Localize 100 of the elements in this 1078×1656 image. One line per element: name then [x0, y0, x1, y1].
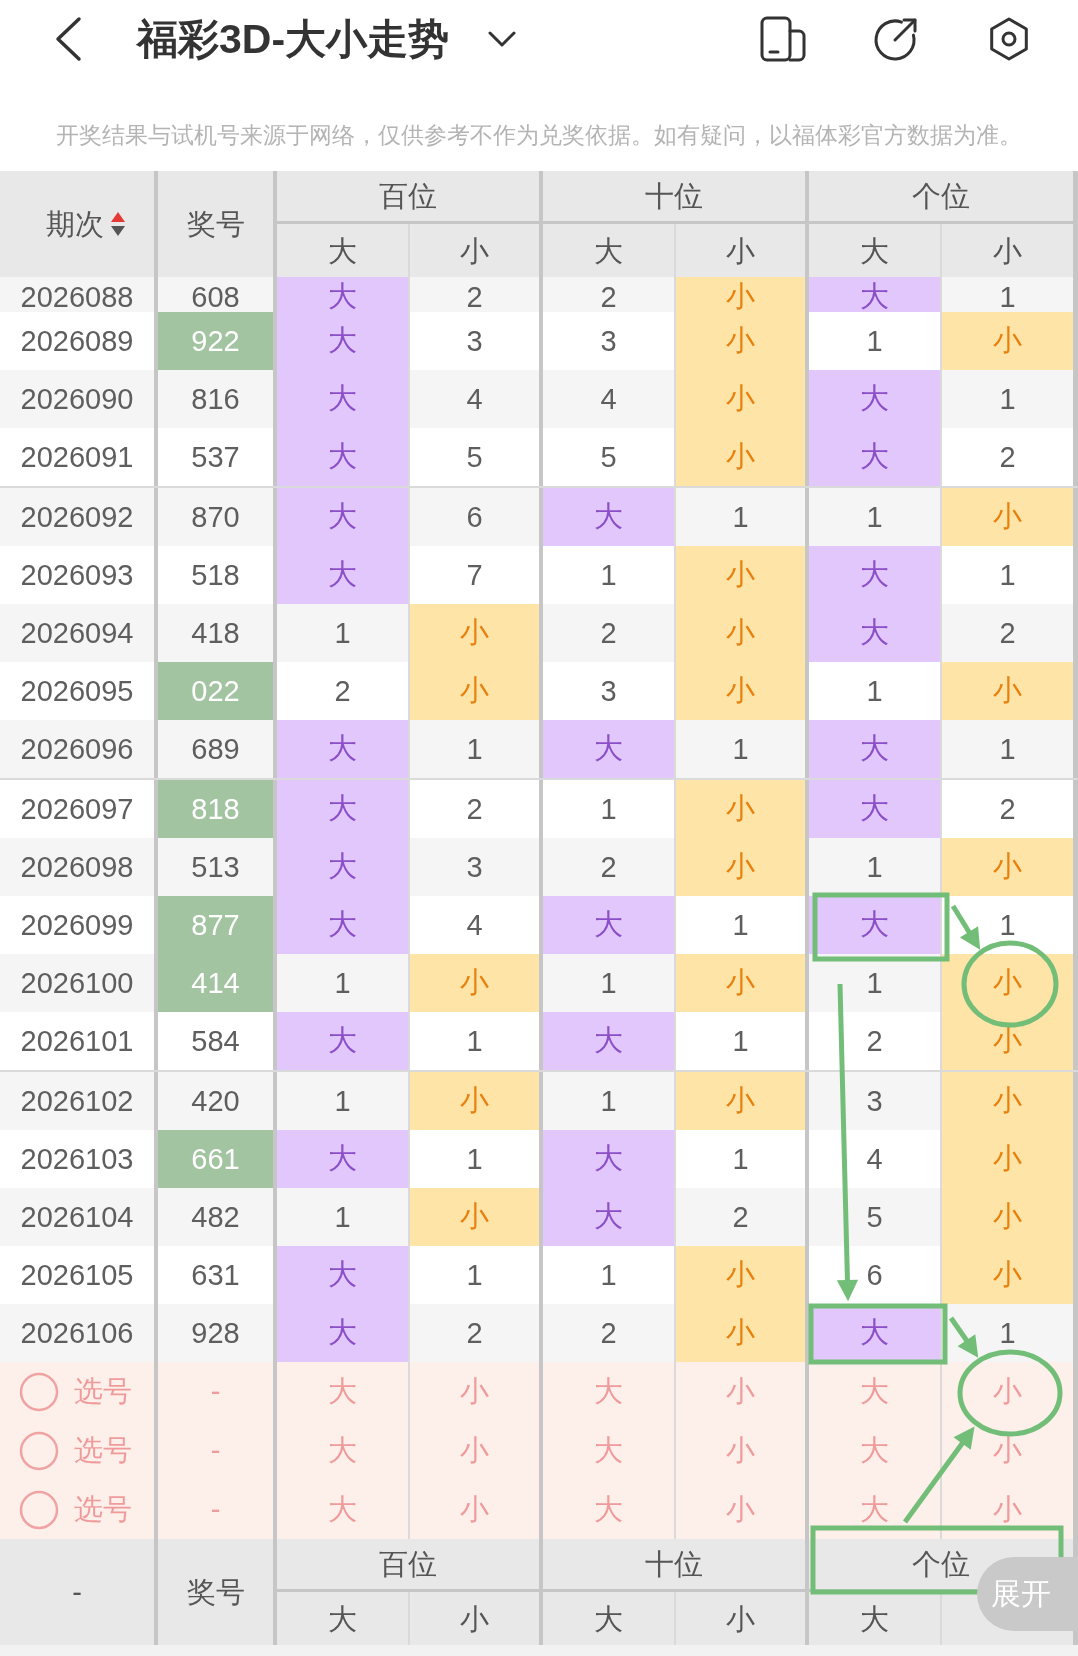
back-button[interactable] — [53, 16, 83, 62]
number-cell: 513 — [158, 838, 277, 896]
trend-cell: 小 — [676, 780, 809, 838]
trend-cell: 大 — [543, 488, 676, 546]
trend-cell: 大 — [809, 896, 942, 954]
period-cell: 2026094 — [0, 604, 158, 662]
trend-cell: 大 — [543, 1188, 676, 1246]
trend-cell: 1 — [410, 720, 543, 778]
trend-cell: 小 — [942, 662, 1078, 720]
trend-cell: 大 — [809, 428, 942, 486]
trend-cell: 1 — [543, 954, 676, 1012]
column-header: - — [72, 1575, 82, 1610]
trend-cell: 1 — [809, 312, 942, 370]
number-cell: - — [158, 1362, 277, 1421]
trend-cell: 大 — [543, 896, 676, 954]
device-icon[interactable] — [760, 16, 806, 62]
trend-cell: 2 — [543, 838, 676, 896]
column-group-header: 百位 — [379, 1547, 437, 1582]
trend-cell: 小 — [410, 954, 543, 1012]
pick-option[interactable]: 大 — [543, 1421, 676, 1480]
column-header: 大 — [328, 1601, 357, 1637]
pick-option[interactable]: 小 — [942, 1421, 1078, 1480]
trend-cell: 大 — [277, 428, 410, 486]
trend-cell: 大 — [277, 780, 410, 838]
trend-cell: 小 — [942, 312, 1078, 370]
trend-cell: 大 — [543, 1130, 676, 1188]
sort-icon[interactable] — [110, 211, 126, 237]
trend-cell: 小 — [676, 370, 809, 428]
period-cell: 2026096 — [0, 720, 158, 778]
trend-cell: 小 — [676, 1246, 809, 1304]
number-cell: 482 — [158, 1188, 277, 1246]
period-cell: 2026102 — [0, 1072, 158, 1130]
trend-cell: 小 — [676, 954, 809, 1012]
trend-cell: 4 — [543, 370, 676, 428]
trend-cell: 小 — [676, 1072, 809, 1130]
trend-cell: 1 — [809, 488, 942, 546]
number-cell: 818 — [158, 780, 277, 838]
column-header: 小 — [993, 233, 1022, 269]
trend-cell: 小 — [676, 1304, 809, 1362]
pick-option[interactable]: 大 — [277, 1362, 410, 1421]
radio-button[interactable] — [19, 1430, 59, 1471]
pick-option[interactable]: 小 — [410, 1362, 543, 1421]
trend-cell: 3 — [543, 312, 676, 370]
column-header: 奖号 — [186, 207, 245, 242]
trend-cell: 4 — [410, 370, 543, 428]
column-header: 大 — [860, 1601, 889, 1637]
pick-option[interactable]: 小 — [942, 1362, 1078, 1421]
pick-option[interactable]: 大 — [277, 1421, 410, 1480]
trend-cell: 3 — [410, 312, 543, 370]
annotation-arrow — [948, 1316, 979, 1358]
pick-option[interactable]: 小 — [676, 1480, 809, 1539]
trend-cell: 小 — [942, 488, 1078, 546]
column-group-header: 十位 — [645, 1547, 703, 1582]
pick-option[interactable]: 大 — [543, 1480, 676, 1539]
pick-option[interactable]: 小 — [676, 1421, 809, 1480]
period-cell: 2026090 — [0, 370, 158, 428]
trend-cell: 大 — [277, 896, 410, 954]
trend-cell: 小 — [676, 662, 809, 720]
back-icon — [53, 16, 83, 62]
trend-cell: 3 — [410, 838, 543, 896]
pick-option[interactable]: 大 — [277, 1480, 410, 1539]
trend-cell: 大 — [277, 720, 410, 778]
period-cell: 2026100 — [0, 954, 158, 1012]
trend-cell: 大 — [543, 720, 676, 778]
trend-cell: 2 — [543, 1304, 676, 1362]
share-icon[interactable] — [873, 16, 919, 62]
pick-option[interactable]: 小 — [676, 1362, 809, 1421]
trend-cell: 大 — [277, 370, 410, 428]
column-header: 大 — [860, 233, 889, 269]
radio-button[interactable] — [19, 1371, 59, 1412]
radio-button[interactable] — [19, 1489, 59, 1530]
number-cell: 420 — [158, 1072, 277, 1130]
period-cell: 2026106 — [0, 1304, 158, 1362]
trend-cell: 大 — [543, 1012, 676, 1070]
column-header: 大 — [594, 233, 623, 269]
trend-cell: 2 — [676, 1188, 809, 1246]
dropdown-button[interactable] — [487, 30, 518, 48]
column-header[interactable]: 期次 — [46, 206, 104, 242]
column-header: 奖号 — [186, 1575, 245, 1610]
trend-cell: 小 — [676, 604, 809, 662]
disclaimer-text: 开奖结果与试机号来源于网络，仅供参考不作为兑奖依据。如有疑问，以福体彩官方数据为准。 — [55, 121, 1023, 150]
trend-cell: 小 — [410, 604, 543, 662]
pick-option[interactable]: 小 — [410, 1480, 543, 1539]
pick-option[interactable]: 小 — [942, 1480, 1078, 1539]
period-cell: 2026089 — [0, 312, 158, 370]
number-cell: - — [158, 1480, 277, 1539]
pick-option[interactable]: 大 — [543, 1362, 676, 1421]
trend-cell: 小 — [942, 1130, 1078, 1188]
number-cell: 877 — [158, 896, 277, 954]
trend-cell: 小 — [942, 1012, 1078, 1070]
pick-option[interactable]: 大 — [809, 1362, 942, 1421]
pick-option[interactable]: 大 — [809, 1421, 942, 1480]
trend-cell: 1 — [942, 370, 1078, 428]
number-cell: 816 — [158, 370, 277, 428]
trend-cell: 大 — [277, 1012, 410, 1070]
trend-cell: 1 — [277, 1188, 410, 1246]
trend-cell: 大 — [277, 546, 410, 604]
trend-cell: 大 — [277, 1130, 410, 1188]
column-group-header: 个位 — [912, 179, 970, 214]
pick-option[interactable]: 小 — [410, 1421, 543, 1480]
